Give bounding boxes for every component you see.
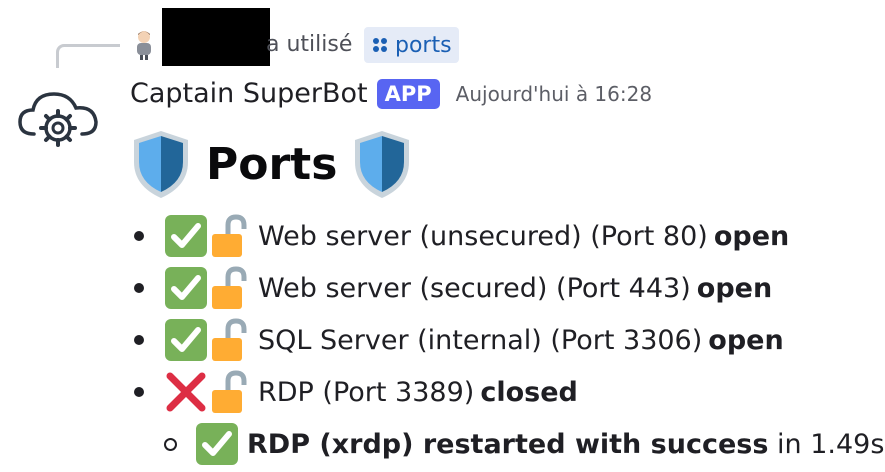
port-status: closed <box>480 376 578 408</box>
message-title-row: Ports <box>130 128 413 200</box>
port-status: open <box>696 272 773 304</box>
message-timestamp: Aujourd'hui à 16:28 <box>455 81 653 106</box>
open-lock-icon <box>212 266 247 309</box>
open-lock-icon <box>212 318 247 361</box>
cross-mark-icon <box>166 372 206 412</box>
open-lock-icon <box>212 214 247 257</box>
sub-list-item: RDP (xrdp) restarted with success in 1.4… <box>164 418 885 470</box>
port-status: open <box>713 220 790 252</box>
list-item: RDP (Port 3389) closed <box>130 366 885 418</box>
message-title: Ports <box>206 138 338 190</box>
port-label: Web server (unsecured) (Port 80) <box>258 220 708 252</box>
message-header: Captain SuperBot APP Aujourd'hui à 16:28 <box>130 78 652 109</box>
bullet-point <box>134 335 144 345</box>
slash-command-icon <box>373 38 387 52</box>
check-mark-icon <box>165 215 207 257</box>
sub-bullet-point <box>164 437 177 451</box>
check-mark-icon <box>165 267 207 309</box>
bot-avatar-cloud-gear-icon[interactable] <box>16 84 100 150</box>
restart-duration-text: in 1.49sec. <box>777 428 885 460</box>
bullet-point <box>134 387 144 397</box>
reply-action-text: a utilisé <box>266 32 353 57</box>
command-mention[interactable]: ports <box>364 27 459 63</box>
list-item: Web server (unsecured) (Port 80) open <box>130 210 885 262</box>
bullet-point <box>134 283 144 293</box>
port-label: SQL Server (internal) (Port 3306) <box>258 324 703 356</box>
port-status-list: Web server (unsecured) (Port 80) open We… <box>130 210 885 470</box>
port-label: Web server (secured) (Port 443) <box>258 272 691 304</box>
shield-icon <box>355 131 410 198</box>
check-mark-icon <box>165 319 207 361</box>
check-mark-icon <box>196 423 238 465</box>
restart-result-text: RDP (xrdp) restarted with success <box>247 428 769 460</box>
list-item: Web server (secured) (Port 443) open <box>130 262 885 314</box>
shield-icon <box>134 131 188 198</box>
command-name: ports <box>395 32 452 58</box>
reply-connector-line <box>56 44 120 68</box>
user-avatar[interactable] <box>132 29 156 61</box>
port-status: open <box>708 324 784 356</box>
list-item: SQL Server (internal) (Port 3306) open <box>130 314 885 366</box>
bot-username[interactable]: Captain SuperBot <box>130 78 368 109</box>
port-label: RDP (Port 3389) <box>258 376 475 408</box>
open-lock-icon <box>212 370 247 413</box>
app-badge: APP <box>376 78 440 109</box>
bullet-point <box>134 231 144 241</box>
redacted-username <box>162 8 270 66</box>
